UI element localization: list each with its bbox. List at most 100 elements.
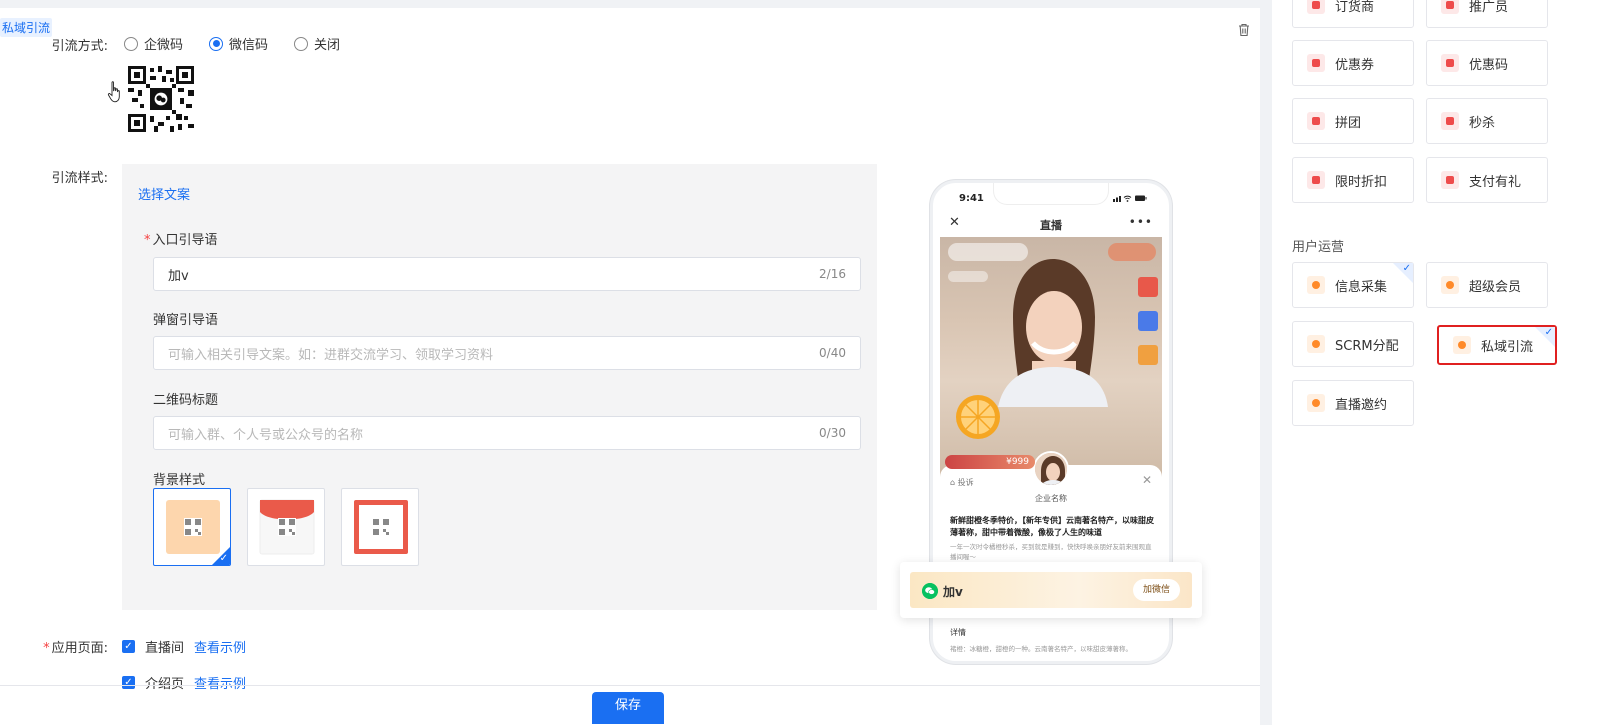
comp-label: 超级会员 (1469, 279, 1522, 295)
required-mark: * (43, 641, 50, 656)
entry-value: 加v (168, 268, 189, 284)
comp-scrm[interactable]: SCRM分配 (1292, 321, 1414, 367)
popup-placeholder: 可输入相关引导文案。如：进群交流学习、领取学习资料 (168, 347, 494, 363)
apply-page-live[interactable]: ✓ 直播间 查看示例 (122, 637, 246, 656)
status-icons (1113, 195, 1147, 202)
check-icon: ✓ (1544, 327, 1553, 338)
diamond-icon (1441, 276, 1459, 294)
bg-frame-preview (354, 500, 408, 554)
radio-close[interactable]: 关闭 (294, 34, 340, 53)
report-button[interactable]: ⌂ 投诉 (950, 477, 974, 488)
status-time: 9:41 (959, 193, 984, 204)
live-headline: 新鲜甜橙冬季特价，【新年专供】云南著名特产，以味甜皮薄著称，甜中带着微酸，像极了… (950, 516, 1154, 537)
entry-label-text: 入口引导语 (152, 233, 218, 248)
live-subtext: 一年一次时令橘橙秒杀，买到就是赚到，快快呼唤亲朋好友前来围观直播间喔～ (950, 543, 1152, 561)
chat-bubble-icon (1307, 335, 1325, 353)
coupon-icon (1307, 54, 1325, 72)
comp-coupon[interactable]: 优惠券 (1292, 40, 1414, 86)
apply-page-intro[interactable]: ✓ 介绍页 查看示例 (122, 673, 246, 692)
id-card-icon (1307, 276, 1325, 294)
popup-count: 0/40 (819, 346, 846, 360)
comp-time-discount[interactable]: 限时折扣 (1292, 157, 1414, 203)
comp-group-buy[interactable]: 拼团 (1292, 98, 1414, 144)
style-config-box: 选择文案 * 入口引导语 加v 2/16 弹窗引导语 可输入相关引导文案。如：进群… (122, 164, 877, 610)
live-stream-image (940, 237, 1162, 477)
check-icon: ✓ (1402, 263, 1411, 274)
sheet-close-icon[interactable]: ✕ (1142, 473, 1152, 487)
comp-super-member[interactable]: 超级会员 (1426, 262, 1548, 308)
radio-weixin[interactable]: 微信码 (209, 34, 268, 53)
bg-option-frame[interactable] (341, 488, 419, 566)
popup-label: 弹窗引导语 (153, 313, 219, 328)
comp-label: 优惠券 (1335, 57, 1375, 73)
style-label: 引流样式: (51, 171, 108, 186)
radio-dot[interactable] (209, 36, 224, 51)
method-radio-group: 企微码 微信码 关闭 (124, 34, 340, 53)
comp-label: 订货商 (1335, 0, 1375, 15)
status-bar: 9:41 (933, 183, 1169, 211)
radio-qiwei[interactable]: 企微码 (124, 34, 183, 53)
banner-body: 加v 加微信 (910, 572, 1192, 608)
entry-label: * 入口引导语 (144, 229, 218, 248)
comp-coupon-code[interactable]: 优惠码 (1426, 40, 1548, 86)
checkbox-checked[interactable]: ✓ (122, 676, 135, 689)
comp-private-traffic[interactable]: 私域引流 ✓ (1437, 325, 1557, 365)
comp-distributor[interactable]: 订货商 (1292, 0, 1414, 28)
report-label: 投诉 (957, 478, 974, 487)
qr-title-input[interactable]: 可输入群、个人号或公众号的名称 0/30 (153, 416, 861, 450)
report-icon: ⌂ (950, 478, 958, 487)
price-value: ¥999 (1006, 457, 1029, 467)
view-example-link[interactable]: 查看示例 (194, 637, 246, 656)
entry-input[interactable]: 加v 2/16 (153, 257, 861, 291)
bg-option-peach[interactable]: ✓ (153, 488, 231, 566)
apply-page-name: 介绍页 (145, 677, 185, 692)
qr-code-image[interactable] (128, 66, 194, 132)
user-icon (1453, 336, 1471, 354)
method-label: 引流方式: (51, 39, 108, 54)
qr-title-placeholder: 可输入群、个人号或公众号的名称 (168, 427, 364, 443)
company-name: 企业名称 (1035, 494, 1067, 503)
detail-text: 褚橙：冰糖橙，甜橙的一种。云南著名特产，以味甜皮薄著称。 (950, 645, 1132, 653)
rank-pill (1108, 243, 1156, 261)
gift-icon (1441, 171, 1459, 189)
comp-live-invite[interactable]: 直播邀约 (1292, 380, 1414, 426)
required-mark: * (144, 233, 151, 248)
select-copy-link[interactable]: 选择文案 (138, 184, 190, 203)
comp-label: 直播邀约 (1335, 397, 1388, 413)
comp-flash-sale[interactable]: 秒杀 (1426, 98, 1548, 144)
comp-promoter[interactable]: 推广员 (1426, 0, 1548, 28)
radio-dot[interactable] (124, 36, 138, 51)
comp-label: 限时折扣 (1335, 174, 1388, 190)
hourglass-icon (1307, 171, 1325, 189)
save-button[interactable]: 保存 (592, 692, 664, 724)
add-wechat-button[interactable]: 加微信 (1132, 579, 1180, 601)
component-panel: 订货商 推广员 优惠券 优惠码 拼团 秒杀 限时折扣 支付有礼 用户运营 信息采… (1272, 0, 1608, 725)
comp-label: SCRM分配 (1335, 338, 1399, 354)
radio-dot[interactable] (294, 36, 309, 51)
popup-input[interactable]: 可输入相关引导文案。如：进群交流学习、领取学习资料 0/40 (153, 336, 861, 370)
more-icon[interactable]: ••• (1129, 215, 1153, 229)
radio-label: 企微码 (144, 38, 184, 53)
check-icon: ✓ (219, 553, 228, 564)
banner-text: 加v (943, 585, 963, 599)
apply-label: * 应用页面: (0, 637, 108, 656)
comp-label: 秒杀 (1469, 115, 1496, 131)
radio-label: 微信码 (229, 38, 269, 53)
comp-label: 拼团 (1335, 115, 1362, 131)
comp-label: 支付有礼 (1469, 174, 1522, 190)
qr-title-label: 二维码标题 (153, 393, 219, 408)
apply-page-name: 直播间 (145, 641, 185, 656)
comp-info-collect[interactable]: 信息采集 ✓ (1292, 262, 1414, 308)
view-example-link[interactable]: 查看示例 (194, 673, 246, 692)
comp-pay-gift[interactable]: 支付有礼 (1426, 157, 1548, 203)
group-buy-icon (1307, 112, 1325, 130)
bg-option-envelope[interactable] (247, 488, 325, 566)
trash-icon[interactable] (1237, 23, 1251, 37)
checkbox-checked[interactable]: ✓ (122, 640, 135, 653)
private-traffic-banner[interactable]: 加v 加微信 (900, 562, 1202, 618)
section-title-user-ops: 用户运营 (1292, 240, 1345, 255)
comp-label: 优惠码 (1469, 57, 1509, 73)
company-avatar (1033, 451, 1069, 487)
intro-pill (948, 271, 988, 282)
alarm-clock-icon (1441, 112, 1459, 130)
